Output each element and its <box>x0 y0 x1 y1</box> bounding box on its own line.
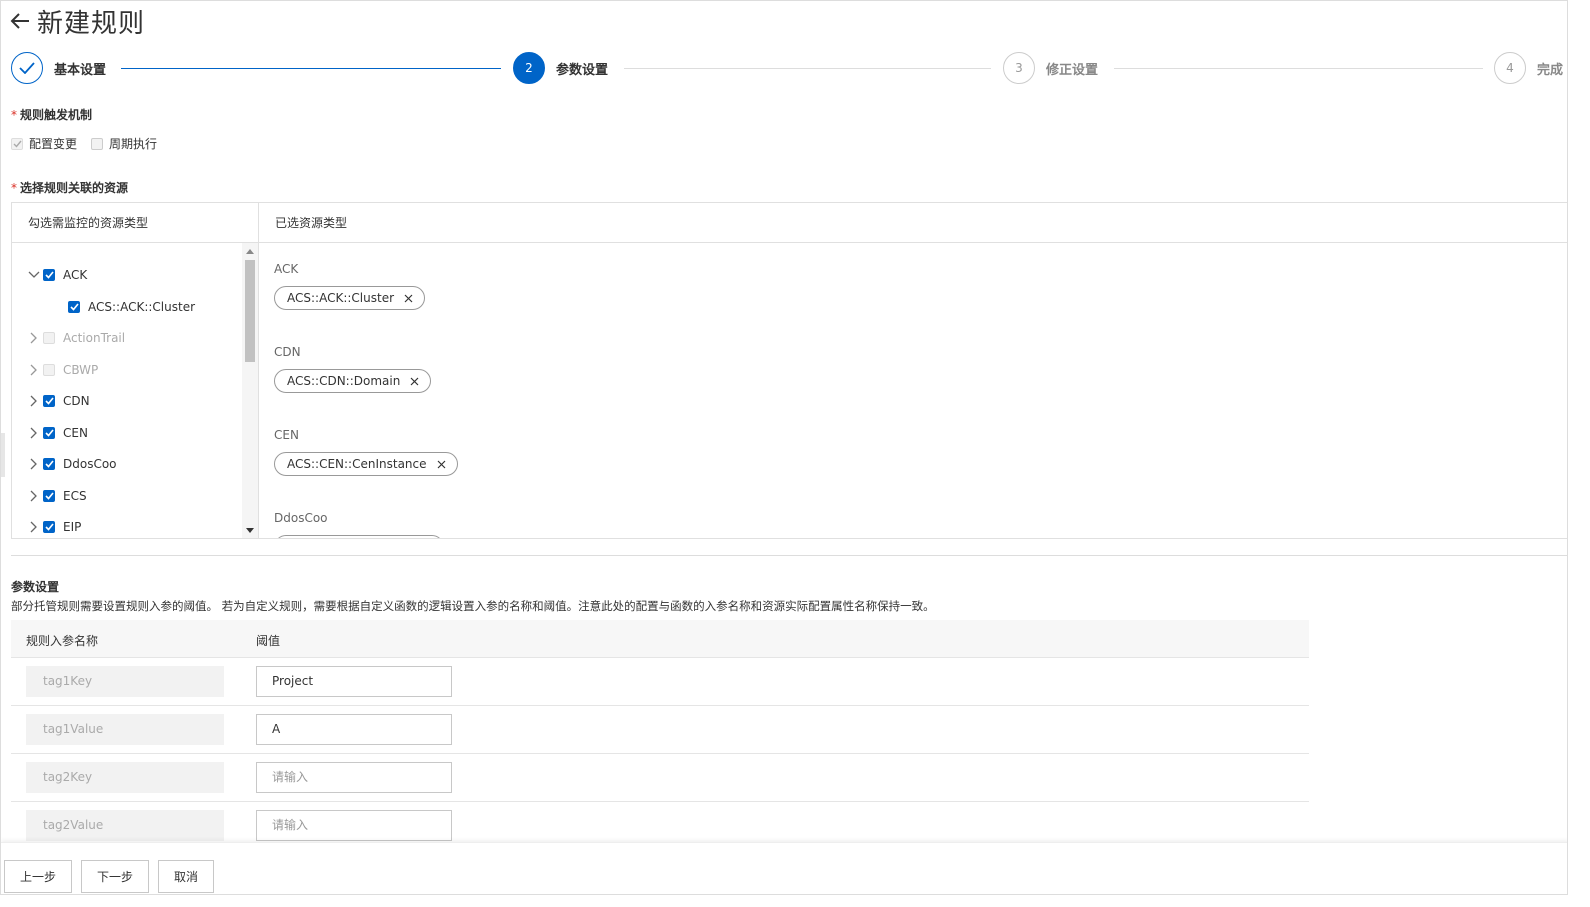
tree-panel-title: 勾选需监控的资源类型 <box>12 203 258 243</box>
chevron-right-icon[interactable] <box>27 457 41 471</box>
selected-group-title: CDN <box>274 345 301 359</box>
params-title: 参数设置 <box>11 580 60 594</box>
selected-resource-tag: ACS::ACK::Cluster <box>274 286 426 310</box>
param-name-field: tag2Key <box>26 762 224 793</box>
checkbox[interactable] <box>43 490 55 502</box>
tree-node-cen[interactable]: CEN <box>27 423 88 443</box>
step-connector <box>121 68 501 69</box>
threshold-input[interactable]: A <box>256 714 452 745</box>
trigger-periodic[interactable]: 周期执行 <box>91 135 157 152</box>
checkbox[interactable] <box>43 332 55 344</box>
chevron-right-icon[interactable] <box>27 426 41 440</box>
chevron-down-icon[interactable] <box>27 268 41 282</box>
tree-node-ack[interactable]: ACK <box>27 265 87 285</box>
step-params: 2 参数设置 <box>513 52 608 84</box>
param-name-field: tag2Value <box>26 810 224 841</box>
params-description: 部分托管规则需要设置规则入参的阈值。 若为自定义规则，需要根据自定义函数的逻辑设… <box>11 599 935 613</box>
close-icon[interactable] <box>404 294 413 303</box>
step-label: 基本设置 <box>54 62 107 78</box>
tree-node-cdn[interactable]: CDN <box>27 391 90 411</box>
chevron-right-icon[interactable] <box>27 394 41 408</box>
page-frame: 新建规则 基本设置 2 参数设置 3 修正设置 4 完成 * 规则触发机制 配置… <box>0 0 1568 895</box>
checkbox[interactable] <box>43 521 55 533</box>
step-connector <box>624 68 991 69</box>
selected-resource-tag: ACS::CEN::CenInstance <box>274 452 458 476</box>
selected-resource-tag <box>274 535 444 538</box>
step-indicator: 基本设置 2 参数设置 3 修正设置 4 完成 <box>11 52 1567 86</box>
arrow-left-icon[interactable] <box>9 10 31 32</box>
footer-bar: 上一步 下一步 取消 <box>1 842 1567 894</box>
edge-handle <box>1 433 5 477</box>
checkbox[interactable] <box>43 364 55 376</box>
step-connector <box>1114 68 1483 69</box>
scrollbar-thumb[interactable] <box>245 260 255 362</box>
step-done: 4 完成 <box>1494 52 1563 84</box>
next-button[interactable]: 下一步 <box>81 860 149 893</box>
step-basic: 基本设置 <box>11 52 106 84</box>
resource-type-tree-panel: 勾选需监控的资源类型 ACK ACS::ACK::Cluster ActionT… <box>12 203 259 538</box>
params-table: 规则入参名称 阈值 tag1Key Project tag1Value A ta… <box>11 620 1309 850</box>
table-row: tag1Value A <box>11 706 1309 754</box>
chevron-right-icon[interactable] <box>27 489 41 503</box>
selected-group-title: CEN <box>274 428 299 442</box>
selected-resource-tag: ACS::CDN::Domain <box>274 369 432 393</box>
tree-node-ddoscoo[interactable]: DdosCoo <box>27 454 117 474</box>
cancel-button[interactable]: 取消 <box>158 860 214 893</box>
col-threshold: 阈值 <box>256 634 281 648</box>
step-fix: 3 修正设置 <box>1003 52 1098 84</box>
col-param-name: 规则入参名称 <box>26 634 99 648</box>
chevron-right-icon[interactable] <box>27 331 41 345</box>
section-divider <box>11 555 1567 556</box>
chevron-right-icon[interactable] <box>27 363 41 377</box>
close-icon[interactable] <box>410 377 419 386</box>
tree-node-cbwp[interactable]: CBWP <box>27 360 98 380</box>
page-title: 新建规则 <box>37 8 146 39</box>
page-header: 新建规则 <box>9 3 145 39</box>
scroll-down-icon[interactable] <box>242 523 258 537</box>
selected-group-title: ACK <box>274 262 299 276</box>
chevron-right-icon[interactable] <box>27 520 41 534</box>
trigger-options: 配置变更 周期执行 <box>11 135 165 152</box>
checkbox[interactable] <box>43 269 55 281</box>
trigger-label: * 规则触发机制 <box>11 108 93 122</box>
param-name-field: tag1Key <box>26 666 224 697</box>
step-label: 完成 <box>1537 62 1564 78</box>
tree-node-ecs[interactable]: ECS <box>27 486 87 506</box>
selected-group-title: DdosCoo <box>274 511 328 525</box>
trigger-config-change[interactable]: 配置变更 <box>11 135 77 152</box>
table-row: tag1Key Project <box>11 658 1309 706</box>
scroll-up-icon[interactable] <box>242 244 258 258</box>
tree-node-actiontrail[interactable]: ActionTrail <box>27 328 125 348</box>
param-name-field: tag1Value <box>26 714 224 745</box>
tree-scrollbar[interactable] <box>242 243 258 538</box>
close-icon[interactable] <box>437 460 446 469</box>
check-icon <box>11 52 43 84</box>
checkbox[interactable] <box>43 395 55 407</box>
checkbox[interactable] <box>11 137 23 150</box>
selected-resource-panel: 已选资源类型 ACK ACS::ACK::Cluster CDN ACS::CD… <box>259 203 1567 538</box>
tree-node-ack-cluster[interactable]: ACS::ACK::Cluster <box>68 297 195 317</box>
checkbox[interactable] <box>43 458 55 470</box>
step-number: 4 <box>1494 52 1526 84</box>
resource-transfer-panel: 勾选需监控的资源类型 ACK ACS::ACK::Cluster ActionT… <box>11 202 1567 539</box>
checkbox[interactable] <box>68 301 80 313</box>
selected-panel-title: 已选资源类型 <box>259 203 1567 243</box>
step-number: 2 <box>513 52 545 84</box>
step-number: 3 <box>1003 52 1035 84</box>
threshold-input[interactable]: Project <box>256 666 452 697</box>
params-table-header: 规则入参名称 阈值 <box>11 620 1309 658</box>
resource-label: * 选择规则关联的资源 <box>11 181 129 195</box>
checkbox[interactable] <box>91 137 104 150</box>
threshold-input[interactable]: 请输入 <box>256 762 452 793</box>
step-label: 参数设置 <box>556 62 609 78</box>
table-row: tag2Key 请输入 <box>11 754 1309 802</box>
prev-button[interactable]: 上一步 <box>4 860 72 893</box>
tree-node-eip[interactable]: EIP <box>27 517 81 537</box>
step-label: 修正设置 <box>1046 62 1099 78</box>
resource-tree: ACK ACS::ACK::Cluster ActionTrail CBWP C… <box>12 243 242 538</box>
checkbox[interactable] <box>43 427 55 439</box>
threshold-input[interactable]: 请输入 <box>256 810 452 841</box>
